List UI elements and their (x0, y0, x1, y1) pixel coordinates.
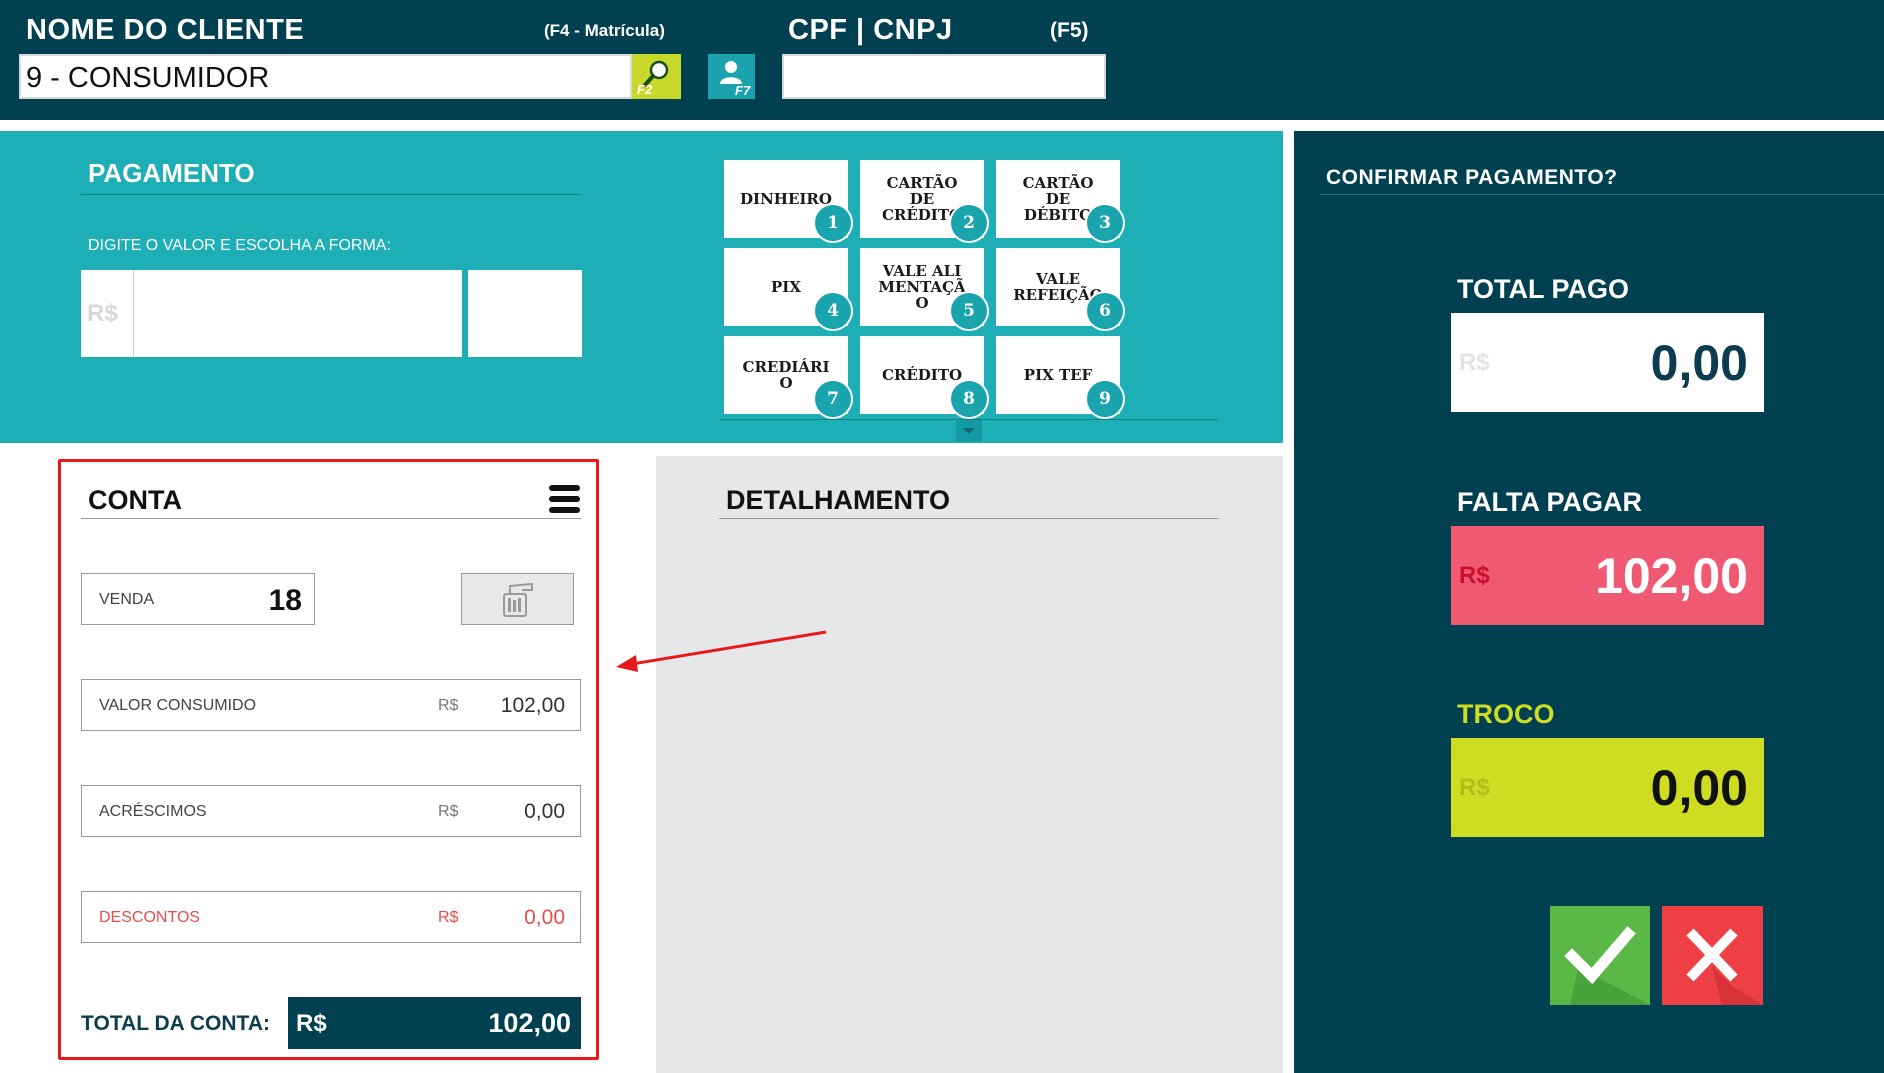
pay-method-label: PIX TEF (1023, 366, 1093, 384)
confirm-title: CONFIRMAR PAGAMENTO? (1326, 166, 1618, 189)
pay-method-number: 3 (1085, 203, 1125, 243)
pay-method-label: CRÉDITO (881, 366, 963, 384)
cpf-hint: (F5) (1050, 19, 1089, 42)
troco-currency: R$ (1459, 773, 1490, 801)
client-name-input[interactable]: 9 - CONSUMIDOR (19, 54, 632, 99)
pay-method-number: 8 (949, 379, 989, 419)
detail-title: DETALHAMENTO (726, 485, 950, 515)
check-icon (1564, 926, 1650, 1005)
header-bar: NOME DO CLIENTE (F4 - Matrícula) 9 - CON… (0, 0, 1884, 120)
detail-divider (719, 518, 1219, 519)
pay-method-number: 4 (813, 291, 853, 331)
total-pago-box: R$ 0,00 (1451, 313, 1764, 412)
falta-pagar-box: R$ 102,00 (1451, 526, 1764, 625)
client-name-label: NOME DO CLIENTE (26, 14, 305, 46)
total-pago-value: 0,00 (1650, 334, 1748, 391)
troco-label: TROCO (1457, 699, 1555, 729)
troco-value: 0,00 (1650, 759, 1748, 816)
cpf-input[interactable] (782, 54, 1106, 99)
highlight-box (58, 459, 599, 1060)
pay-method-label: PIX (771, 278, 801, 296)
falta-pagar-label: FALTA PAGAR (1457, 487, 1642, 517)
search-client-button[interactable]: F2 (632, 54, 681, 99)
amount-divider (133, 270, 134, 357)
amount-extra-field[interactable] (468, 270, 582, 357)
search-key-label: F2 (637, 82, 653, 97)
pdv-payment-screen: NOME DO CLIENTE (F4 - Matrícula) 9 - CON… (0, 0, 1884, 1073)
amount-input[interactable]: R$ (81, 270, 462, 357)
confirm-panel: CONFIRMAR PAGAMENTO? TOTAL PAGO R$ 0,00 … (1294, 131, 1884, 1073)
pay-method-number: 6 (1085, 291, 1125, 331)
close-icon (1686, 928, 1763, 1005)
pay-method-number: 2 (949, 203, 989, 243)
cpf-label: CPF | CNPJ (788, 14, 953, 46)
pay-method-label: DINHEIRO (740, 190, 832, 208)
client-registration-button[interactable]: F7 (708, 54, 755, 99)
chevron-down-icon[interactable] (956, 420, 982, 442)
person-key-label: F7 (735, 83, 751, 98)
payment-hint: DIGITE O VALOR E ESCOLHA A FORMA: (88, 237, 391, 254)
pay-method-number: 9 (1085, 379, 1125, 419)
total-pago-currency: R$ (1459, 348, 1490, 376)
payment-panel: PAGAMENTO DIGITE O VALOR E ESCOLHA A FOR… (0, 131, 1283, 443)
troco-box: R$ 0,00 (1451, 738, 1764, 837)
amount-currency: R$ (87, 300, 118, 327)
payment-divider (81, 194, 581, 195)
cancel-button[interactable] (1662, 906, 1763, 1005)
total-pago-label: TOTAL PAGO (1457, 274, 1630, 304)
person-icon (720, 61, 742, 84)
arrow-annotation (616, 630, 827, 672)
confirm-button[interactable] (1550, 906, 1650, 1005)
falta-pagar-currency: R$ (1459, 561, 1490, 589)
falta-pagar-value: 102,00 (1595, 547, 1748, 604)
pay-method-number: 7 (813, 379, 853, 419)
payment-title: PAGAMENTO (88, 158, 255, 188)
pay-method-number: 1 (813, 203, 853, 243)
pay-method-number: 5 (949, 291, 989, 331)
confirm-divider (1320, 194, 1884, 195)
client-hint: (F4 - Matrícula) (544, 21, 665, 40)
detail-panel: DETALHAMENTO (656, 456, 1283, 1073)
